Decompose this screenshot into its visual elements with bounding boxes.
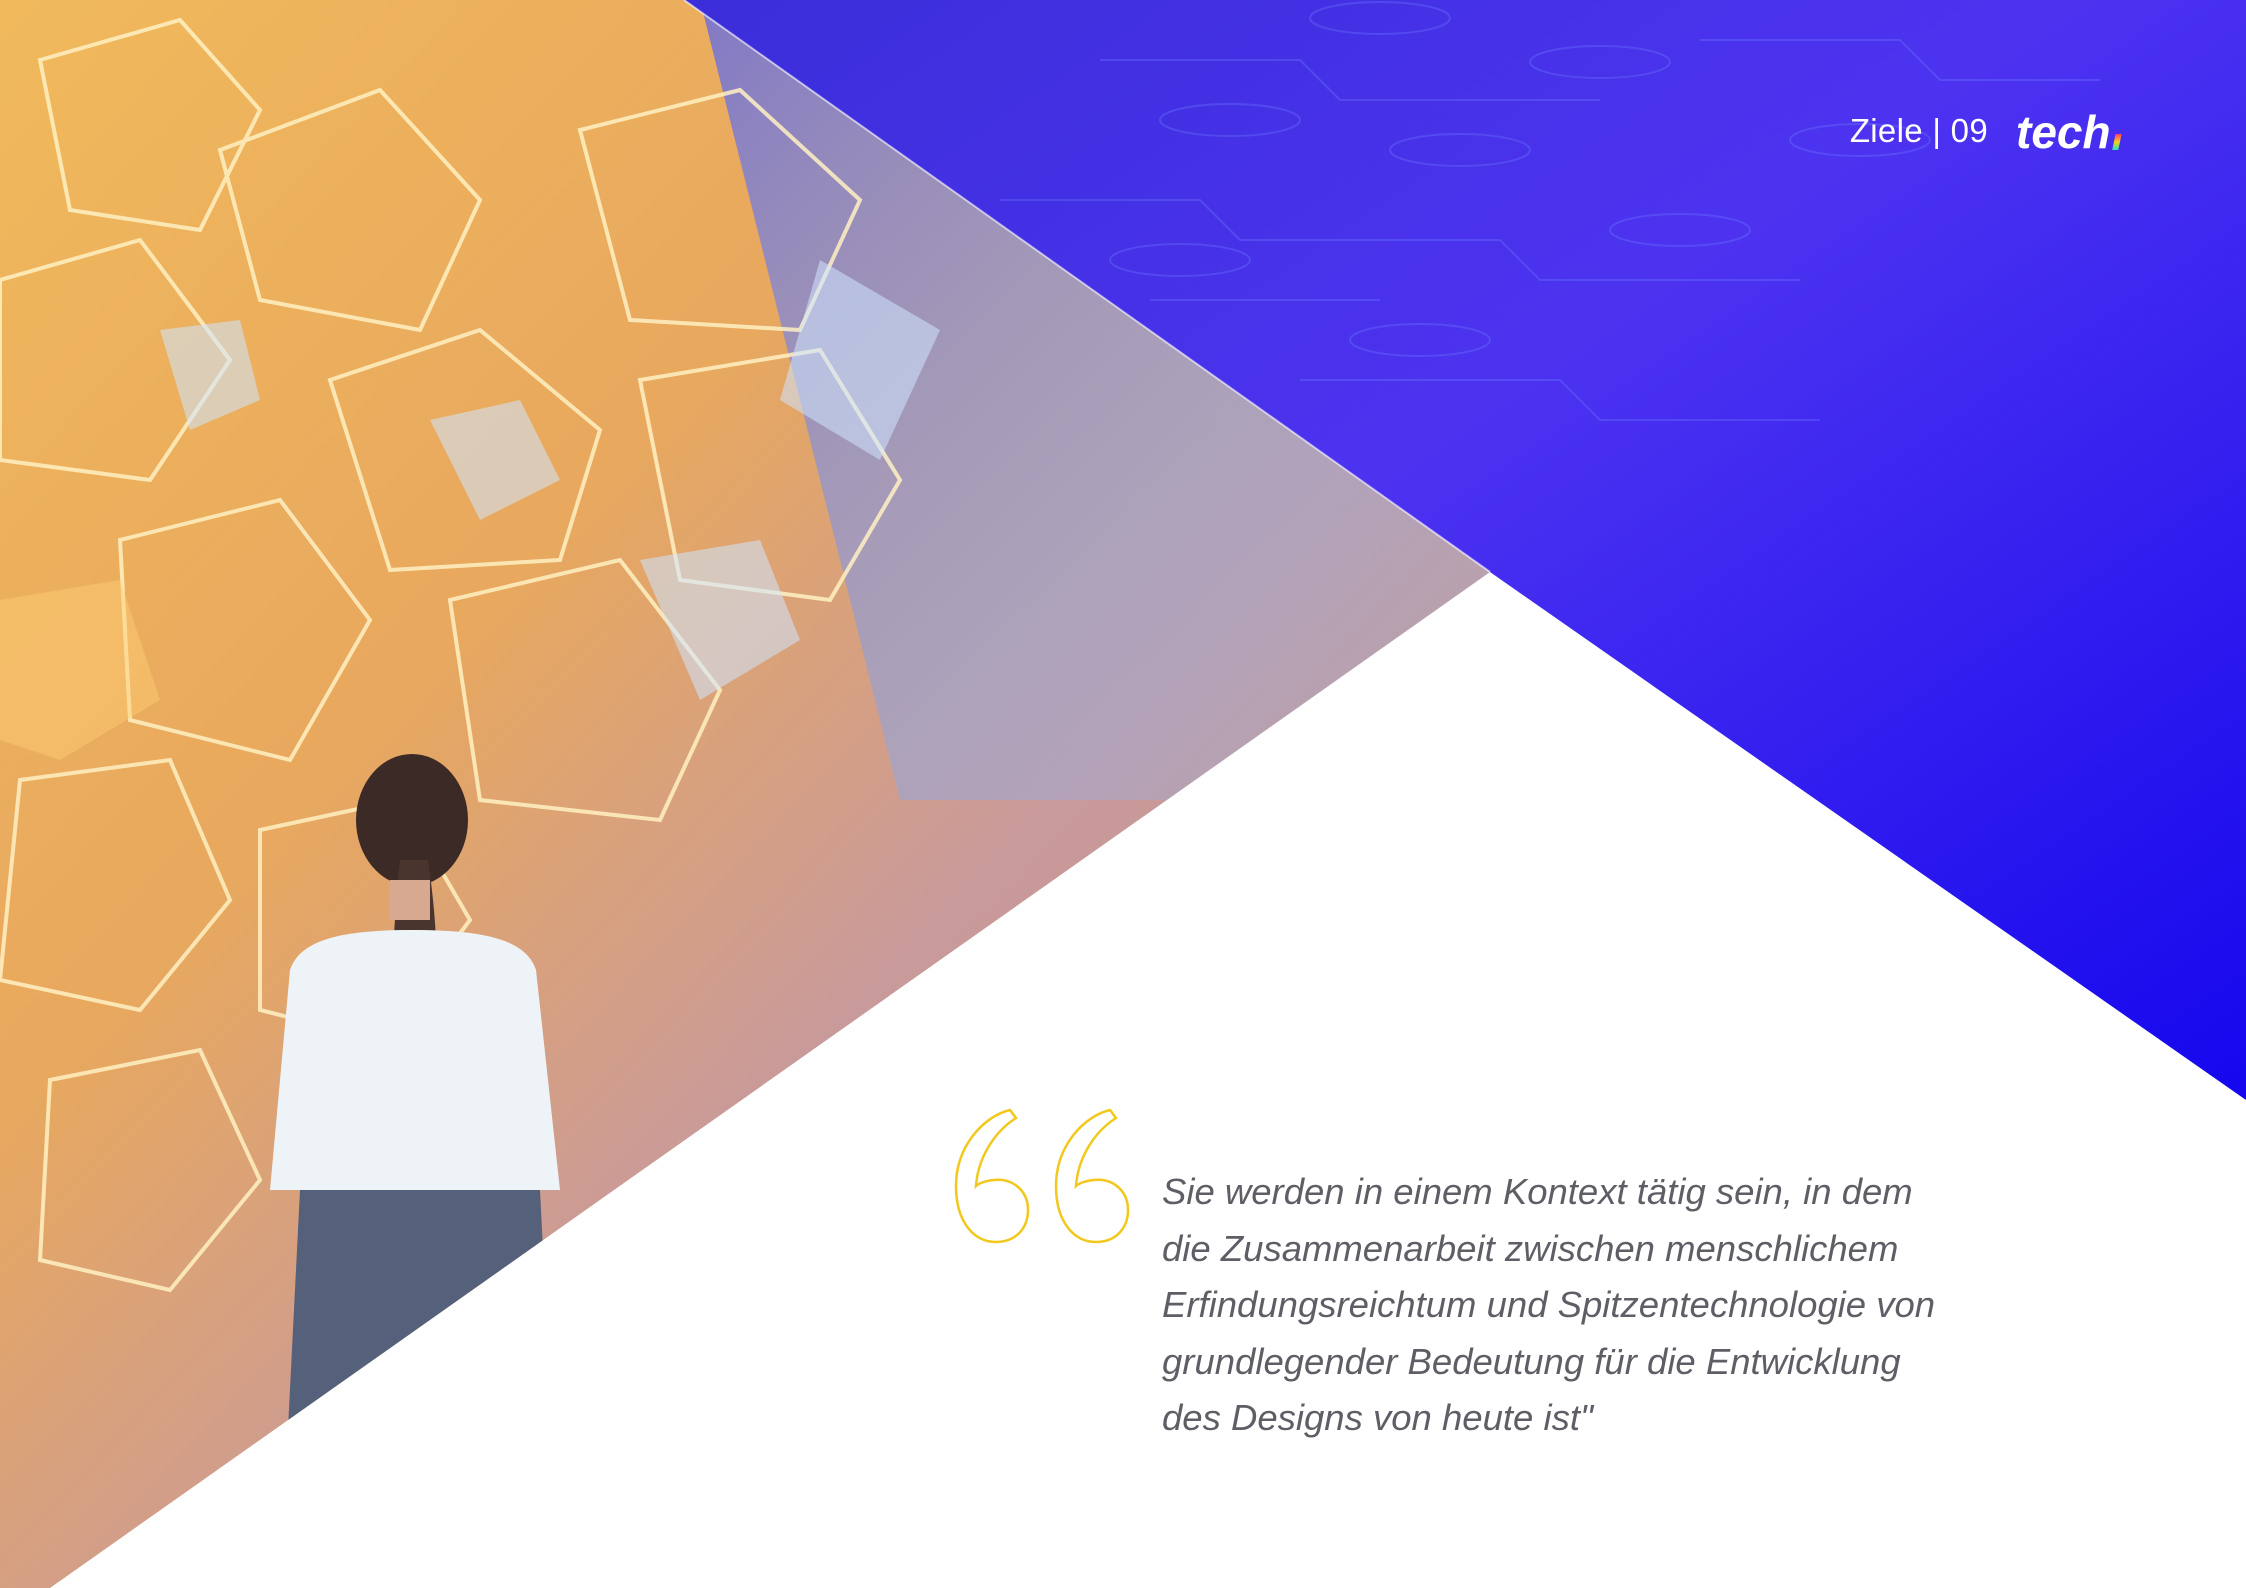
quotation-mark-icon: [954, 1108, 1130, 1244]
brochure-page: Ziele | 09 tech Sie werden in einem Kont…: [0, 0, 2246, 1588]
page-header: Ziele | 09 tech: [1850, 104, 2140, 158]
testimonial-quote: Sie werden in einem Kontext tätig sein, …: [1162, 1171, 1936, 1438]
tech-logo: tech: [2016, 106, 2122, 158]
logo-wordmark: tech: [2016, 106, 2111, 158]
section-page-label: Ziele | 09: [1849, 112, 1988, 149]
